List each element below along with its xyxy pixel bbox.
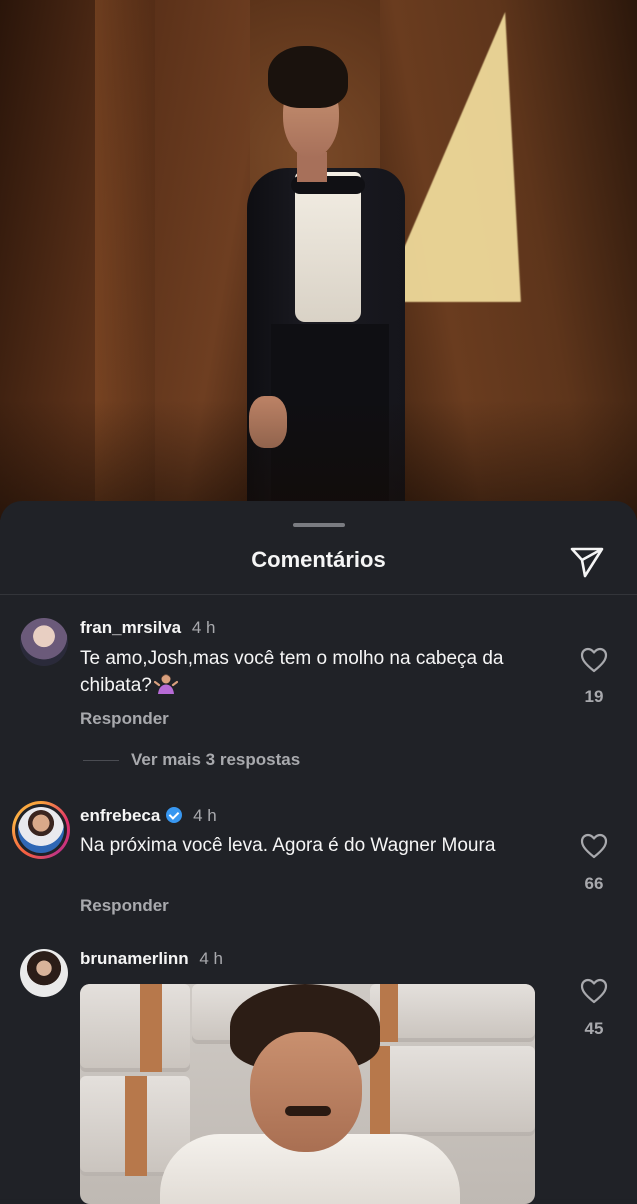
comment-text: Te amo,Josh,mas você tem o molho na cabe… (80, 648, 504, 696)
heart-icon[interactable] (580, 978, 608, 1004)
comments-sheet: Comentários fran_mrsilva 4 h Te amo,Josh… (0, 501, 637, 1204)
comment-username[interactable]: enfrebeca (80, 806, 160, 825)
verified-badge-icon (166, 807, 183, 823)
heart-icon[interactable] (580, 833, 608, 859)
comment-text: Na próxima você leva. Agora é do Wagner … (80, 835, 496, 856)
comment-username[interactable]: brunamerlinn (80, 949, 189, 968)
reply-button[interactable]: Responder (80, 709, 169, 729)
comment-time: 4 h (193, 806, 217, 825)
send-icon[interactable] (568, 543, 606, 581)
like-count: 19 (584, 687, 604, 706)
comment-time: 4 h (191, 618, 216, 637)
sheet-title: Comentários (251, 547, 386, 572)
avatar (18, 807, 64, 853)
post-photo[interactable] (0, 0, 637, 520)
heart-icon[interactable] (580, 647, 608, 673)
avatar[interactable] (20, 618, 68, 666)
avatar-story-ring[interactable] (12, 801, 70, 859)
person-shrugging-emoji-icon (153, 671, 178, 695)
sheet-drag-handle[interactable] (293, 523, 345, 527)
comment-username[interactable]: fran_mrsilva (80, 618, 181, 637)
avatar[interactable] (20, 949, 68, 997)
view-more-replies-button[interactable]: Ver mais 3 respostas (131, 750, 300, 770)
comment-time: 4 h (199, 949, 223, 968)
like-count: 66 (584, 874, 604, 893)
reply-button[interactable]: Responder (80, 896, 169, 916)
sheet-divider (0, 594, 637, 595)
like-count: 45 (584, 1019, 604, 1038)
gif-image[interactable] (80, 984, 535, 1204)
more-replies-line (83, 760, 119, 761)
